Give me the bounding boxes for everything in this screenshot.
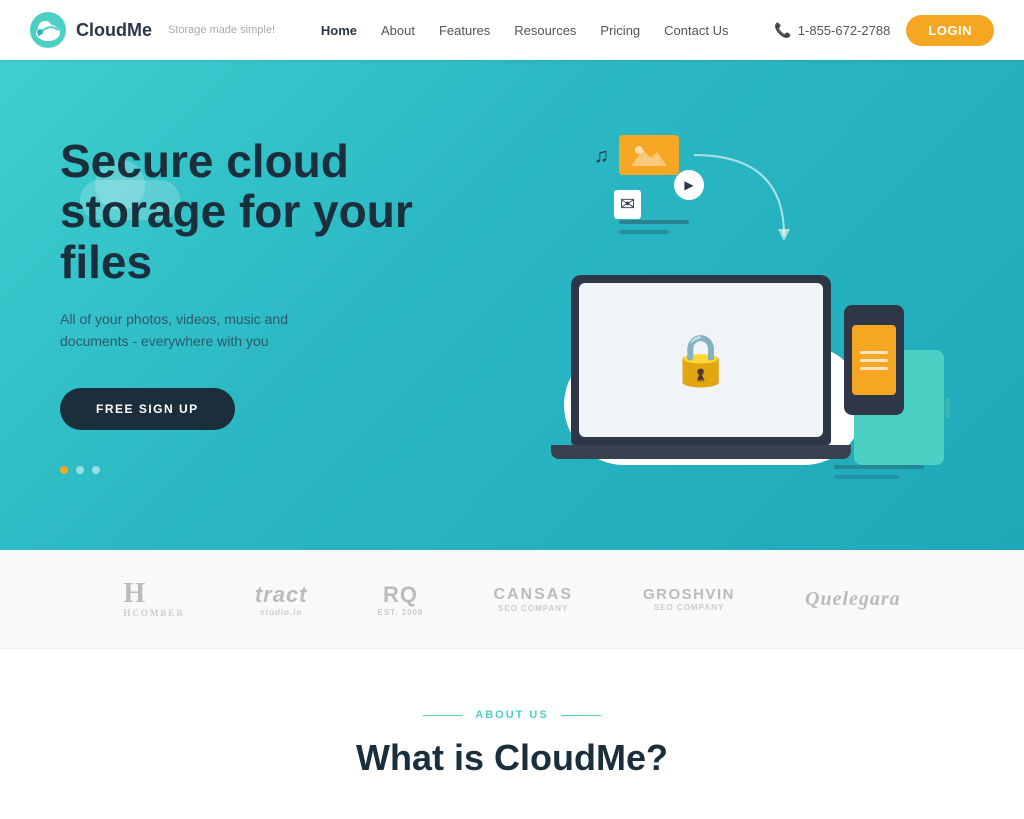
- lock-icon: 🔒: [670, 331, 732, 390]
- tablet-button: [945, 398, 950, 418]
- about-label: ABOUT US: [60, 709, 964, 721]
- arrow-curve-svg: [684, 145, 804, 245]
- hero-illustration: ♫ ✉ ▶ 🔒: [464, 115, 964, 495]
- laptop: 🔒: [571, 275, 831, 445]
- phone-line-2: [860, 359, 888, 362]
- logo-hcomber: H HCOMBER: [123, 580, 185, 618]
- music-icon: ♫: [594, 145, 609, 168]
- nav-features[interactable]: Features: [439, 23, 490, 38]
- header-actions: 📞 1-855-672-2788 LOGIN: [774, 15, 994, 46]
- hero-subtitle: All of your photos, videos, music and do…: [60, 308, 340, 353]
- decoration-lines-svg: [619, 220, 699, 240]
- brand-name: CloudMe: [76, 20, 152, 41]
- hero-dots: [60, 466, 440, 474]
- email-icon: ✉: [614, 190, 641, 219]
- dot-3[interactable]: [92, 466, 100, 474]
- hero-cta-button[interactable]: FREE SIGN UP: [60, 388, 235, 430]
- logo-cansas: CANSAS SEO COMPANY: [493, 586, 573, 613]
- nav-home[interactable]: Home: [321, 23, 357, 38]
- about-section: ABOUT US What is CloudMe?: [0, 649, 1024, 819]
- logo-rq: RQ EST. 2008: [378, 582, 424, 617]
- phone-icon: 📞: [774, 22, 791, 39]
- phone-line-1: [860, 351, 888, 354]
- hero-section: Secure cloud storage for your files All …: [0, 60, 1024, 550]
- nav-contact[interactable]: Contact Us: [664, 23, 728, 38]
- logo-tract: tract studio.io: [255, 582, 308, 617]
- main-nav: Home About Features Resources Pricing Co…: [321, 23, 729, 38]
- header: CloudMe Storage made simple! Home About …: [0, 0, 1024, 60]
- nav-pricing[interactable]: Pricing: [600, 23, 640, 38]
- image-icon: [619, 135, 679, 175]
- dot-2[interactable]: [76, 466, 84, 474]
- phone-screen: [852, 325, 896, 395]
- nav-resources[interactable]: Resources: [514, 23, 576, 38]
- logo-groshvin: GROSHVIN SEO COMPANY: [643, 586, 735, 612]
- phone-number: 1-855-672-2788: [798, 23, 891, 38]
- dot-1[interactable]: [60, 466, 68, 474]
- brand-tagline: Storage made simple!: [168, 24, 275, 36]
- bottom-lines-svg: [834, 465, 934, 485]
- laptop-screen: 🔒: [579, 283, 823, 437]
- nav-about[interactable]: About: [381, 23, 415, 38]
- logo-quelegara: Quelegara: [805, 588, 901, 611]
- phone-line-3: [860, 367, 888, 370]
- logos-section: H HCOMBER tract studio.io RQ EST. 2008 C…: [0, 550, 1024, 649]
- play-icon: ▶: [674, 170, 704, 200]
- phone-device: [844, 305, 904, 415]
- hero-title: Secure cloud storage for your files: [60, 136, 440, 288]
- hero-content: Secure cloud storage for your files All …: [60, 136, 440, 475]
- login-button[interactable]: LOGIN: [906, 15, 994, 46]
- logo-area: CloudMe Storage made simple!: [30, 12, 275, 48]
- about-title: What is CloudMe?: [60, 737, 964, 779]
- phone-row: 📞 1-855-672-2788: [774, 22, 890, 39]
- cloudme-logo-icon: [30, 12, 66, 48]
- laptop-base: [551, 445, 851, 459]
